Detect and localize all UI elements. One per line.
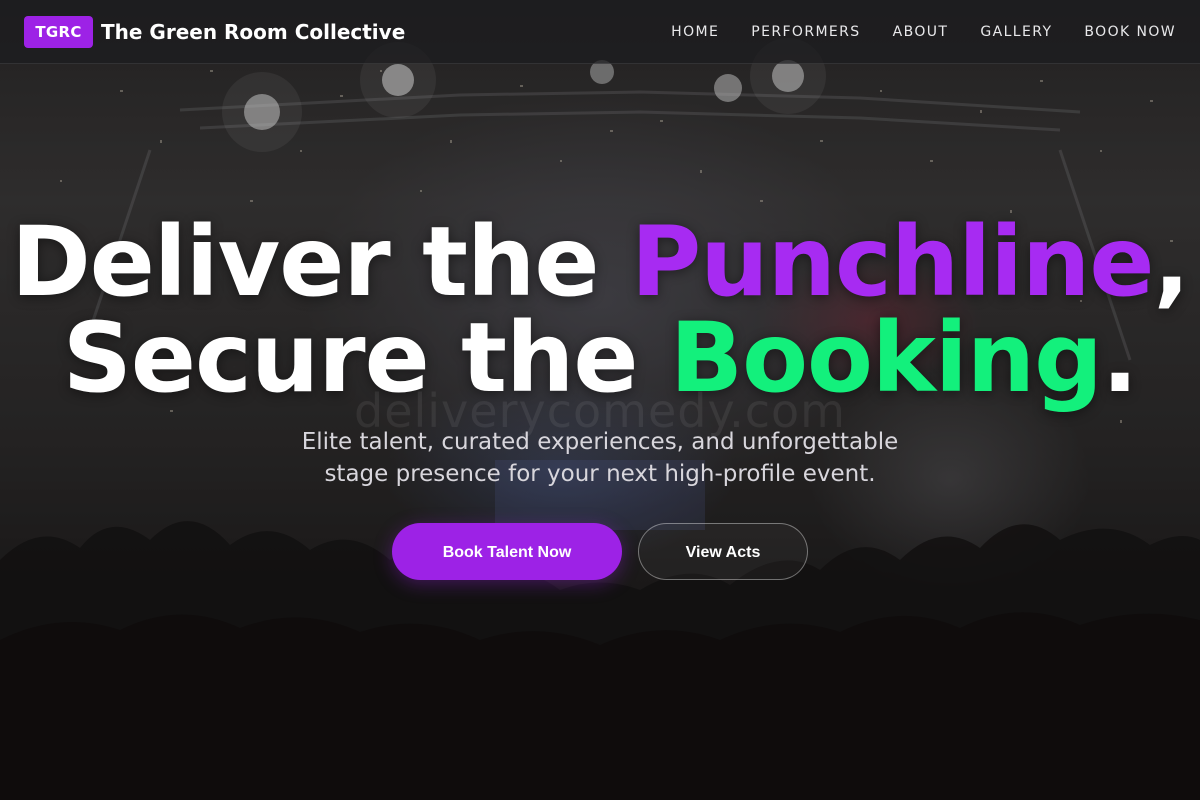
nav-link-home[interactable]: HOME bbox=[671, 20, 719, 44]
landing-page: TGRC The Green Room Collective HOME PERF… bbox=[0, 0, 1200, 800]
book-talent-now-button[interactable]: Book Talent Now bbox=[392, 523, 622, 580]
nav-link-performers[interactable]: PERFORMERS bbox=[751, 20, 860, 44]
hero-subtitle: Elite talent, curated experiences, and u… bbox=[250, 426, 950, 490]
nav-link-gallery[interactable]: GALLERY bbox=[980, 20, 1052, 44]
headline-line-1-suffix: , bbox=[1153, 206, 1189, 318]
subtitle-line-2: stage presence for your next high-profil… bbox=[324, 461, 876, 487]
subtitle-line-1: Elite talent, curated experiences, and u… bbox=[301, 429, 899, 455]
hero-headline: Deliver the Punchline, Secure the Bookin… bbox=[0, 214, 1200, 406]
view-acts-button[interactable]: View Acts bbox=[638, 523, 808, 580]
nav-links: HOME PERFORMERS ABOUT GALLERY BOOK NOW bbox=[671, 20, 1176, 44]
logo-badge[interactable]: TGRC bbox=[24, 16, 93, 48]
brand-name[interactable]: The Green Room Collective bbox=[101, 18, 405, 46]
nav-link-about[interactable]: ABOUT bbox=[893, 20, 949, 44]
headline-line-1: Deliver the Punchline, bbox=[0, 214, 1200, 310]
nav-link-book-now[interactable]: BOOK NOW bbox=[1084, 20, 1176, 44]
top-navigation-bar: TGRC The Green Room Collective HOME PERF… bbox=[0, 0, 1200, 64]
